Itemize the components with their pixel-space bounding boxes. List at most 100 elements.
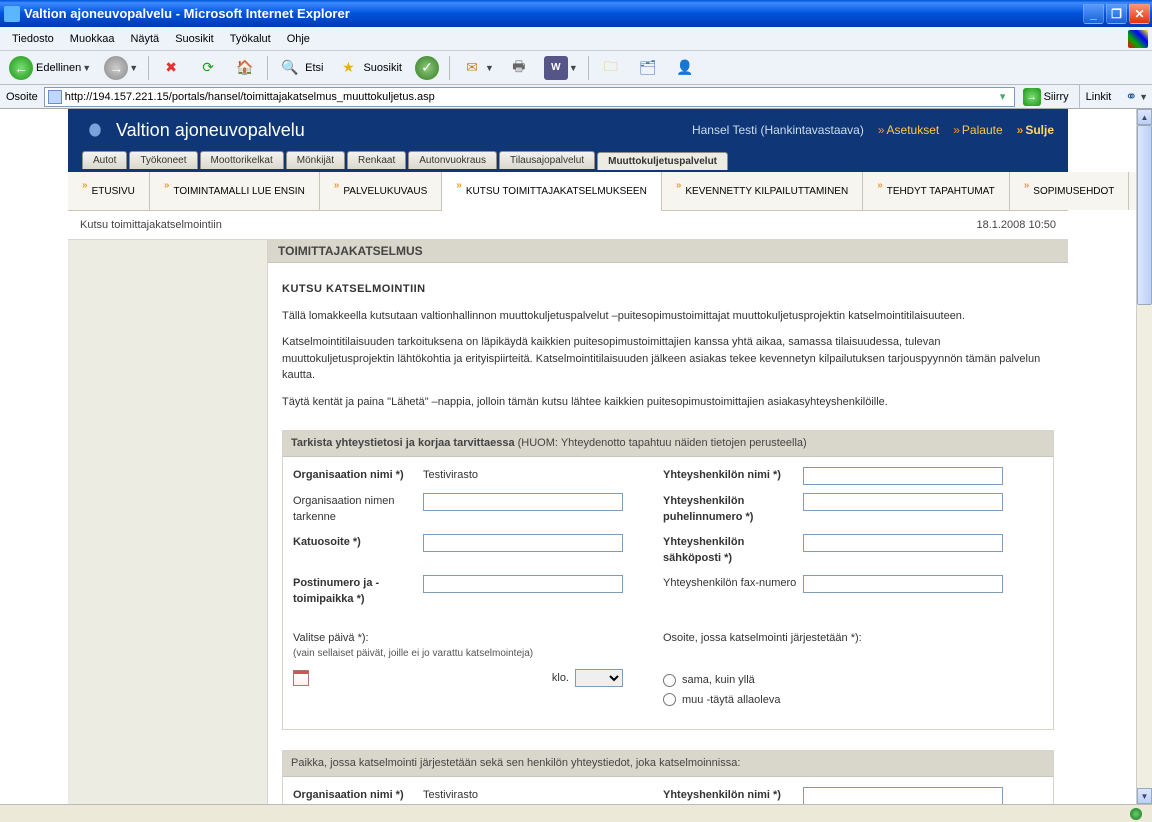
- search-button[interactable]: 🔍Etsi: [273, 53, 328, 83]
- subtab-toimittajat[interactable]: »MUUTTOKULJETUSTOIMITTAJAT: [1129, 172, 1136, 210]
- contact-fax-input[interactable]: [803, 575, 1003, 593]
- street-label: Katuosoite *): [293, 534, 423, 551]
- app-icon: [4, 6, 20, 22]
- forward-button[interactable]: →▼: [99, 53, 143, 83]
- messenger-button[interactable]: 👤: [668, 53, 702, 83]
- tab-renkaat[interactable]: Renkaat: [347, 151, 406, 169]
- window-title: Valtion ajoneuvopalvelu - Microsoft Inte…: [24, 6, 1083, 21]
- page: Valtion ajoneuvopalvelu Hansel Testi (Ha…: [68, 109, 1068, 804]
- subtab-kutsu[interactable]: »KUTSU TOIMITTAJAKATSELMUKSEEN: [442, 172, 662, 211]
- org-spec-input[interactable]: [423, 493, 623, 511]
- close-button[interactable]: ✕: [1129, 3, 1150, 24]
- folders-button[interactable]: 🗂: [631, 53, 665, 83]
- menu-file[interactable]: Tiedosto: [4, 31, 62, 47]
- subtab-tehdyt[interactable]: »TEHDYT TAPAHTUMAT: [863, 172, 1010, 210]
- address-dropdown-icon[interactable]: ▾: [995, 90, 1011, 103]
- go-button[interactable]: →Siirry: [1019, 88, 1073, 106]
- page-icon: [48, 90, 62, 104]
- mail-button[interactable]: ✉▼: [455, 53, 499, 83]
- breadcrumb-text: Kutsu toimittajakatselmointiin: [80, 219, 222, 231]
- refresh-button[interactable]: ⟳: [191, 53, 225, 83]
- tab-tyokoneet[interactable]: Työkoneet: [129, 151, 197, 169]
- maximize-button[interactable]: ❐: [1106, 3, 1127, 24]
- paragraph: Katselmointitilaisuuden tarkoituksena on…: [282, 334, 1054, 384]
- menu-favorites[interactable]: Suosikit: [167, 31, 222, 47]
- postal-input[interactable]: [423, 575, 623, 593]
- app-header: Valtion ajoneuvopalvelu Hansel Testi (Ha…: [68, 109, 1068, 151]
- postal-label: Postinumero ja -toimipaikka *): [293, 575, 423, 608]
- klo-label: klo.: [552, 670, 569, 687]
- contact-name-label-2: Yhteyshenkilön nimi *): [663, 787, 803, 804]
- toolbar: ←Edellinen▼ →▼ ✖ ⟳ 🏠 🔍Etsi ★Suosikit ✓ ✉…: [0, 51, 1152, 85]
- menubar: Tiedosto Muokkaa Näytä Suosikit Työkalut…: [0, 27, 1152, 51]
- history-button[interactable]: ✓: [410, 53, 444, 83]
- org-name-value-2: Testivirasto: [423, 787, 623, 804]
- back-button[interactable]: ←Edellinen▼: [4, 53, 96, 83]
- subtab-etusivu[interactable]: »ETUSIVU: [68, 172, 150, 210]
- statusbar: [0, 804, 1152, 822]
- menu-view[interactable]: Näytä: [122, 31, 167, 47]
- street-input[interactable]: [423, 534, 623, 552]
- scroll-up-button[interactable]: ▲: [1137, 109, 1152, 125]
- subtab-toimintamalli[interactable]: »TOIMINTAMALLI LUE ENSIN: [150, 172, 320, 210]
- section-body: KUTSU KATSELMOINTIIN Tällä lomakkeella k…: [268, 263, 1068, 804]
- form2-header: Paikka, jossa katselmointi järjestetään …: [283, 751, 1053, 777]
- contact-email-input[interactable]: [803, 534, 1003, 552]
- separator: [267, 56, 268, 80]
- tab-autonvuokraus[interactable]: Autonvuokraus: [408, 151, 497, 169]
- radio-other[interactable]: [663, 693, 676, 706]
- subtab-sopimusehdot[interactable]: »SOPIMUSEHDOT: [1010, 172, 1130, 210]
- breadcrumb: Kutsu toimittajakatselmointiin 18.1.2008…: [68, 211, 1068, 240]
- contact-name-input-2[interactable]: [803, 787, 1003, 805]
- secondary-tabs: »ETUSIVU »TOIMINTAMALLI LUE ENSIN »PALVE…: [68, 172, 1068, 211]
- partner-icon[interactable]: ⚭: [1125, 88, 1137, 105]
- stop-button[interactable]: ✖: [154, 53, 188, 83]
- klo-select[interactable]: [575, 669, 623, 687]
- menu-tools[interactable]: Työkalut: [222, 31, 279, 47]
- timestamp: 18.1.2008 10:50: [976, 219, 1056, 231]
- address-field-container: ▾: [44, 87, 1015, 107]
- print-button[interactable]: 🖶: [502, 53, 536, 83]
- menu-edit[interactable]: Muokkaa: [62, 31, 123, 47]
- subtab-kevennetty[interactable]: »KEVENNETTY KILPAILUTTAMINEN: [662, 172, 863, 210]
- pickday-note: (vain sellaiset päivät, joille ei jo var…: [293, 646, 623, 661]
- search-label: Etsi: [305, 62, 323, 74]
- folder-button[interactable]: 🗀: [594, 53, 628, 83]
- vertical-scrollbar[interactable]: ▲ ▼: [1136, 109, 1152, 804]
- tab-monkijat[interactable]: Mönkijät: [286, 151, 345, 169]
- paragraph: Tällä lomakkeella kutsutaan valtionhalli…: [282, 308, 1054, 325]
- window-titlebar: Valtion ajoneuvopalvelu - Microsoft Inte…: [0, 0, 1152, 27]
- subtab-palvelukuvaus[interactable]: »PALVELUKUVAUS: [320, 172, 442, 210]
- contact-name-input[interactable]: [803, 467, 1003, 485]
- link-settings[interactable]: »Asetukset: [878, 123, 939, 137]
- contact-phone-label: Yhteyshenkilön puhelinnumero *): [663, 493, 803, 526]
- favorites-label: Suosikit: [363, 62, 402, 74]
- scroll-thumb[interactable]: [1137, 125, 1152, 305]
- separator: [449, 56, 450, 80]
- scroll-down-button[interactable]: ▼: [1137, 788, 1152, 804]
- contact-phone-input[interactable]: [803, 493, 1003, 511]
- link-feedback[interactable]: »Palaute: [953, 123, 1002, 137]
- favorites-button[interactable]: ★Suosikit: [331, 53, 407, 83]
- edit-button[interactable]: W▼: [539, 53, 583, 83]
- separator: [1079, 85, 1080, 109]
- radio-same[interactable]: [663, 674, 676, 687]
- contact-form: Tarkista yhteystietosi ja korjaa tarvitt…: [282, 430, 1054, 730]
- tab-moottorikelkat[interactable]: Moottorikelkat: [200, 151, 284, 169]
- tab-autot[interactable]: Autot: [82, 151, 127, 169]
- menu-help[interactable]: Ohje: [279, 31, 318, 47]
- minimize-button[interactable]: _: [1083, 3, 1104, 24]
- links-label[interactable]: Linkit: [1086, 91, 1112, 103]
- form-header: Tarkista yhteystietosi ja korjaa tarvitt…: [283, 431, 1053, 457]
- sidebar: [68, 240, 268, 804]
- home-button[interactable]: 🏠: [228, 53, 262, 83]
- calendar-icon[interactable]: [293, 670, 309, 686]
- address-input[interactable]: [65, 91, 992, 103]
- location-form: Paikka, jossa katselmointi järjestetään …: [282, 750, 1054, 804]
- paragraph: Täytä kentät ja paina "Lähetä" –nappia, …: [282, 394, 1054, 411]
- tab-tilausajopalvelut[interactable]: Tilausajopalvelut: [499, 151, 595, 169]
- tab-muuttokuljetuspalvelut[interactable]: Muuttokuljetuspalvelut: [597, 152, 728, 170]
- windows-flag-icon: [1128, 30, 1148, 48]
- link-close[interactable]: »Sulje: [1017, 123, 1054, 137]
- body: TOIMITTAJAKATSELMUS KUTSU KATSELMOINTIIN…: [268, 240, 1068, 804]
